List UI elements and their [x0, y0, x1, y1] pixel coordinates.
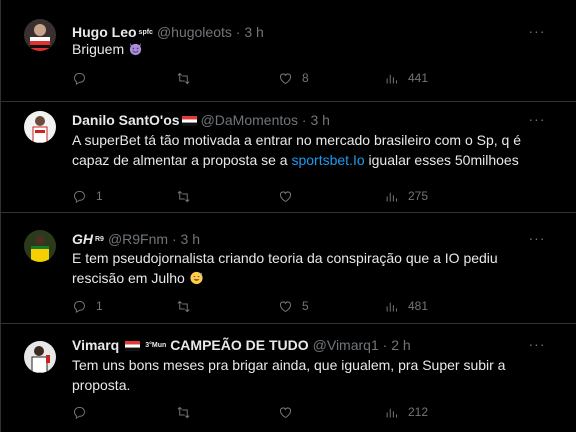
tweet-hugoleots[interactable]: Hugo Leo spfc @hugoleots · 3 h ··· Briguem	[1, 0, 576, 102]
like-count: 8	[302, 71, 309, 85]
display-name[interactable]: GH	[72, 231, 93, 247]
views-button[interactable]: 275	[384, 186, 428, 206]
timestamp[interactable]: 3 h	[181, 231, 200, 247]
tweet-text: E tem pseudojornalista criando teoria da…	[72, 248, 542, 288]
views-count: 212	[408, 405, 429, 419]
separator: ·	[378, 337, 392, 353]
handle[interactable]: @DaMomentos	[201, 112, 298, 128]
flag-icon	[125, 341, 141, 351]
views-button[interactable]: 481	[384, 296, 428, 316]
like-icon	[279, 73, 292, 84]
tweet-header: GH R9 @R9Fnm · 3 h	[72, 229, 536, 249]
retweet-icon	[177, 300, 190, 312]
tweet-actions: 212	[72, 402, 546, 422]
tweet-r9fnm[interactable]: GH R9 @R9Fnm · 3 h ··· E tem pseudojornali…	[1, 213, 576, 324]
display-name[interactable]: Danilo SantO'os	[72, 112, 180, 128]
views-icon	[386, 74, 397, 83]
flag-icon	[181, 116, 197, 126]
like-button[interactable]: 5	[278, 296, 309, 316]
views-icon	[386, 192, 397, 201]
reply-button[interactable]: 1	[72, 186, 103, 206]
reply-icon	[74, 190, 85, 203]
tweet-text-content: Tem uns bons meses pra brigar ainda, que…	[72, 357, 506, 393]
avatar[interactable]	[24, 341, 56, 373]
retweet-icon	[177, 190, 190, 202]
like-icon	[279, 407, 292, 418]
retweet-icon	[177, 72, 190, 84]
tweet-header: Vimarq 3°Mun CAMPEÃO DE TUDO @Vimarq1 · 2 …	[72, 335, 536, 355]
views-button[interactable]: 441	[384, 68, 428, 88]
tweet-damomentos[interactable]: Danilo SantO'os @DaMomentos · 3 h ··· A s…	[1, 102, 576, 213]
separator: ·	[168, 231, 181, 247]
tweet-header: Danilo SantO'os @DaMomentos · 3 h	[72, 110, 536, 130]
tweet-text: Briguem	[72, 39, 542, 59]
sweat-smile-icon	[190, 271, 203, 285]
tweet-text-content: Briguem	[72, 41, 125, 57]
separator: ·	[298, 112, 311, 128]
handle[interactable]: @Vimarq1	[313, 337, 379, 353]
like-icon	[279, 191, 292, 202]
avatar[interactable]	[24, 230, 56, 262]
tweet-link[interactable]: sportsbet.Io	[291, 152, 364, 168]
display-name[interactable]: Hugo Leo	[72, 24, 137, 40]
like-button[interactable]	[278, 402, 302, 422]
views-count: 441	[408, 71, 429, 85]
tweet-text-after-link: igualar esses 50milhoes	[364, 152, 519, 168]
reply-icon	[74, 300, 85, 313]
tweet-text: Tem uns bons meses pra brigar ainda, que…	[72, 355, 542, 395]
timestamp[interactable]: 3 h	[311, 112, 330, 128]
handle[interactable]: @hugoleots	[157, 24, 232, 40]
tweet-text: A superBet tá tão motivada a entrar no m…	[72, 130, 542, 170]
views-count: 275	[408, 189, 429, 203]
timeline: Hugo Leo spfc @hugoleots · 3 h · · · Briguem	[0, 0, 576, 432]
retweet-button[interactable]	[176, 402, 200, 422]
reply-button[interactable]: 1	[72, 296, 103, 316]
tweet-text-content: E tem pseudojornalista criando teoria da…	[72, 250, 498, 286]
reply-button[interactable]	[72, 68, 96, 88]
name-badge: spfc	[138, 29, 153, 36]
retweet-button[interactable]	[176, 296, 200, 316]
reply-count: 1	[96, 299, 103, 313]
smiling-devil-icon	[129, 42, 142, 56]
reply-icon	[74, 72, 85, 85]
tweet-actions: 8 441	[72, 68, 546, 88]
tweet-actions: 1 5 481	[72, 296, 546, 316]
like-count: 5	[302, 299, 309, 313]
timestamp[interactable]: 2 h	[391, 337, 410, 353]
display-name[interactable]: Vimarq	[72, 337, 119, 353]
reply-icon	[74, 406, 85, 419]
like-icon	[279, 301, 292, 312]
name-badge: R9	[95, 236, 104, 243]
like-button[interactable]: 8	[278, 68, 309, 88]
avatar[interactable]	[24, 111, 56, 143]
avatar[interactable]	[24, 19, 56, 51]
views-button[interactable]: 212	[384, 402, 428, 422]
tweet-vimarq1[interactable]: Vimarq 3°Mun CAMPEÃO DE TUDO @Vimarq1 · 2 …	[1, 324, 576, 432]
separator: ·	[231, 24, 245, 40]
reply-button[interactable]	[72, 402, 96, 422]
retweet-icon	[177, 406, 190, 418]
retweet-button[interactable]	[176, 186, 200, 206]
like-button[interactable]	[278, 186, 302, 206]
handle[interactable]: @R9Fnm	[108, 231, 168, 247]
display-name-suffix[interactable]: CAMPEÃO DE TUDO	[170, 337, 308, 353]
retweet-button[interactable]	[176, 68, 200, 88]
views-count: 481	[408, 299, 429, 313]
tweet-actions: 1 275	[72, 186, 546, 206]
views-icon	[386, 408, 397, 417]
timestamp[interactable]: 3 h	[244, 24, 263, 40]
views-icon	[386, 302, 397, 311]
reply-count: 1	[96, 189, 103, 203]
name-badge: 3°Mun	[145, 342, 167, 349]
